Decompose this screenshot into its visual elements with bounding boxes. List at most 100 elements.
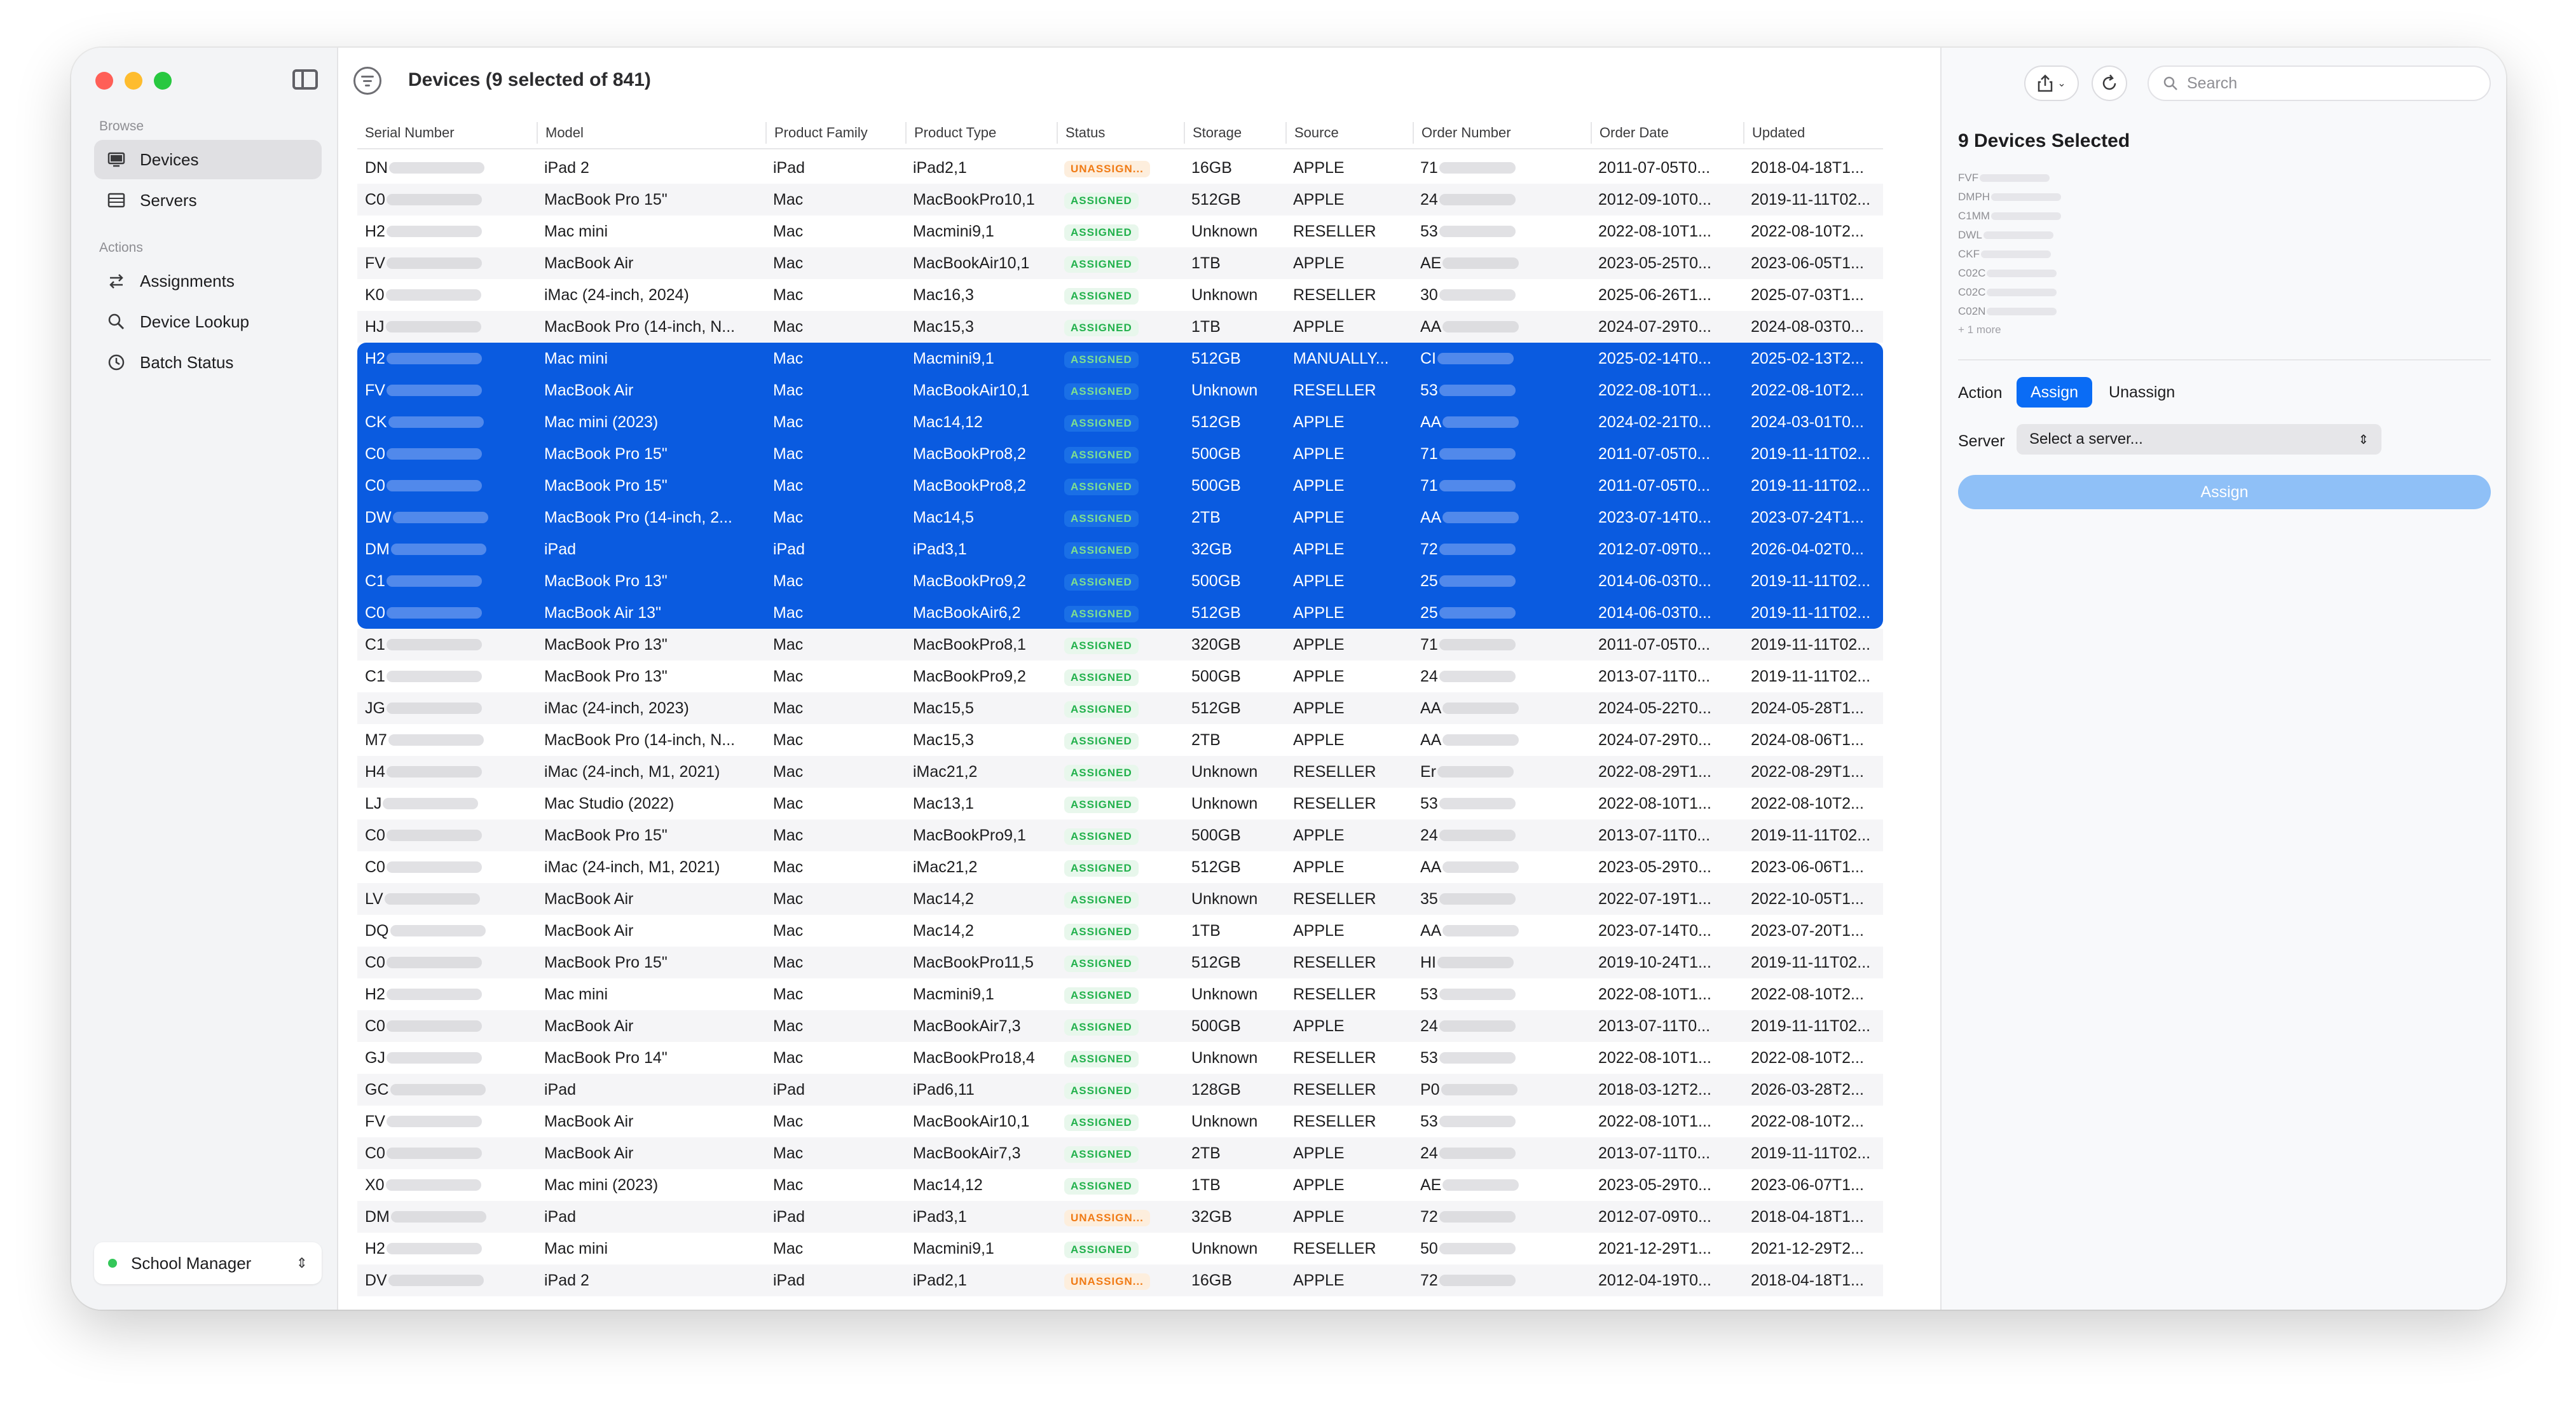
order-number-cell: 24 [1413, 191, 1591, 209]
table-row[interactable]: HJ MacBook Pro (14-inch, N... Mac Mac15,3 AS… [357, 311, 1883, 343]
updated-cell: 2019-11-11T02... [1751, 635, 1871, 654]
type-cell: Mac14,12 [913, 413, 983, 431]
order-number-cell: 72 [1413, 1271, 1591, 1290]
table-row[interactable]: C1 MacBook Pro 13" Mac MacBookPro9,2 ASSIGNE… [357, 565, 1883, 597]
action-option-unassign[interactable]: Unassign [2095, 377, 2189, 408]
cell-text: AA [1420, 921, 1442, 940]
table-row[interactable]: FV MacBook Air Mac MacBookAir10,1 ASSIGNED Un… [357, 1106, 1883, 1137]
source-cell: RESELLER [1293, 1080, 1376, 1099]
assign-button[interactable]: Assign [1958, 475, 2491, 509]
column-header[interactable]: Order Number [1413, 122, 1591, 144]
table-row[interactable]: H2 Mac mini Mac Macmini9,1 ASSIGNED Unknown RE… [357, 1233, 1883, 1264]
column-header[interactable]: Status [1057, 122, 1184, 144]
manager-selector[interactable]: School Manager ⇕ [94, 1242, 322, 1284]
table-row[interactable]: C1 MacBook Pro 13" Mac MacBookPro8,1 ASSIGNE… [357, 629, 1883, 661]
table-row[interactable]: DN iPad 2 iPad iPad2,1 UNASSIGN... 16GB APPLE 7… [357, 152, 1883, 184]
table-row[interactable]: C0 MacBook Air Mac MacBookAir7,3 ASSIGNED 500… [357, 1010, 1883, 1042]
column-header[interactable]: Updated [1743, 122, 1883, 144]
table-row[interactable]: C0 MacBook Pro 15" Mac MacBookPro8,2 ASSIGNE… [357, 470, 1883, 502]
table-row[interactable]: FV MacBook Air Mac MacBookAir10,1 ASSIGNED Un… [357, 374, 1883, 406]
order-number-cell: 35 [1413, 890, 1591, 908]
chevron-updown-icon: ⇕ [2358, 432, 2369, 447]
redacted-text [1437, 766, 1514, 778]
sidebar-item-devices[interactable]: Devices [94, 140, 322, 179]
table-row[interactable]: LJ Mac Studio (2022) Mac Mac13,1 ASSIGNED Unk… [357, 788, 1883, 819]
redacted-text [1439, 194, 1516, 205]
table-row[interactable]: C0 MacBook Pro 15" Mac MacBookPro11,5 ASSIGN… [357, 947, 1883, 978]
redacted-text [386, 639, 482, 650]
table-row[interactable]: GC iPad iPad iPad6,11 ASSIGNED 128GB RESELLER P… [357, 1074, 1883, 1106]
redacted-text [386, 448, 482, 460]
table-row[interactable]: M7 MacBook Pro (14-inch, N... Mac Mac15,3 AS… [357, 724, 1883, 756]
table-row[interactable]: C0 MacBook Air 13" Mac MacBookAir6,2 ASSIGNE… [357, 597, 1883, 629]
status-cell: ASSIGNED [1057, 826, 1184, 845]
minimize-window-button[interactable] [125, 72, 142, 90]
redacted-text [1439, 575, 1516, 587]
table-row[interactable]: H4 iMac (24-inch, M1, 2021) Mac iMac21,2 ASS… [357, 756, 1883, 788]
table-row[interactable]: CK Mac mini (2023) Mac Mac14,12 ASSIGNED 512G… [357, 406, 1883, 438]
table-row[interactable]: C0 MacBook Air Mac MacBookAir7,3 ASSIGNED 2TB… [357, 1137, 1883, 1169]
sidebar-item-device-lookup[interactable]: Device Lookup [94, 302, 322, 341]
table-row[interactable]: H2 Mac mini Mac Macmini9,1 ASSIGNED 512GB MANU… [357, 343, 1883, 374]
redacted-text [383, 798, 479, 809]
table-row[interactable]: C0 MacBook Pro 15" Mac MacBookPro8,2 ASSIGNE… [357, 438, 1883, 470]
table-row[interactable]: JG iMac (24-inch, 2023) Mac Mac15,5 ASSIGNED… [357, 692, 1883, 724]
table-row[interactable]: DM iPad iPad iPad3,1 ASSIGNED 32GB APPLE 72 2012… [357, 533, 1883, 565]
table-row[interactable]: GJ MacBook Pro 14" Mac MacBookPro18,4 ASSIGN… [357, 1042, 1883, 1074]
cell-text: 53 [1420, 794, 1438, 812]
table-row[interactable]: C1 MacBook Pro 13" Mac MacBookPro9,2 ASSIGNE… [357, 661, 1883, 692]
sidebar-toggle-icon[interactable] [292, 69, 318, 90]
table-row[interactable]: LV MacBook Air Mac Mac14,2 ASSIGNED Unknown RE… [357, 883, 1883, 915]
table-row[interactable]: C0 MacBook Pro 15" Mac MacBookPro10,1 ASSIGN… [357, 184, 1883, 216]
table-row[interactable]: H2 Mac mini Mac Macmini9,1 ASSIGNED Unknown RE… [357, 978, 1883, 1010]
type-cell: iPad2,1 [913, 158, 967, 177]
sidebar-item-batch-status[interactable]: Batch Status [94, 343, 322, 382]
column-header[interactable]: Storage [1184, 122, 1285, 144]
table-row[interactable]: FV MacBook Air Mac MacBookAir10,1 ASSIGNED 1T… [357, 247, 1883, 279]
redacted-text [386, 575, 482, 587]
column-header[interactable]: Product Family [765, 122, 905, 144]
column-header[interactable]: Serial Number [357, 122, 537, 144]
table-row[interactable]: X0 Mac mini (2023) Mac Mac14,12 ASSIGNED 1TB A… [357, 1169, 1883, 1201]
search-field[interactable] [2148, 65, 2491, 101]
filter-button[interactable] [353, 67, 381, 95]
sidebar-item-assignments[interactable]: Assignments [94, 261, 322, 301]
table-row[interactable]: C0 iMac (24-inch, M1, 2021) Mac iMac21,2 ASS… [357, 851, 1883, 883]
model-cell: MacBook Air [544, 1112, 634, 1130]
refresh-button[interactable] [2092, 65, 2127, 101]
share-button[interactable]: ⌄ [2024, 65, 2079, 101]
sidebar-item-servers[interactable]: Servers [94, 181, 322, 220]
search-input[interactable] [2187, 74, 2467, 93]
redacted-text [1439, 226, 1516, 237]
updated-cell: 2019-11-11T02... [1751, 953, 1871, 971]
order-date-cell: 2022-08-10T1... [1598, 222, 1711, 240]
type-cell: MacBookPro9,1 [913, 826, 1026, 844]
table-row[interactable]: DW MacBook Pro (14-inch, 2... Mac Mac14,5 AS… [357, 502, 1883, 533]
storage-cell: Unknown [1191, 285, 1258, 304]
status-cell: ASSIGNED [1057, 413, 1184, 432]
column-header[interactable]: Model [537, 122, 765, 144]
family-cell: Mac [773, 699, 804, 717]
table-row[interactable]: DM iPad iPad iPad3,1 UNASSIGN... 32GB APPLE 72 2… [357, 1201, 1883, 1233]
action-label: Action [1958, 384, 2003, 402]
table-row[interactable]: H2 Mac mini Mac Macmini9,1 ASSIGNED Unknown RE… [357, 216, 1883, 247]
table-row[interactable]: K0 iMac (24-inch, 2024) Mac Mac16,3 ASSIGNED… [357, 279, 1883, 311]
cell-text: C0 [365, 190, 385, 209]
sidebar-item-label: Devices [140, 149, 199, 169]
status-cell: ASSIGNED [1057, 222, 1184, 241]
table-row[interactable]: DV iPad 2 iPad iPad2,1 UNASSIGN... 16GB APPLE 7… [357, 1264, 1883, 1296]
redacted-text [1981, 250, 2051, 258]
close-window-button[interactable] [95, 72, 113, 90]
column-header[interactable]: Source [1285, 122, 1413, 144]
table-row[interactable]: DQ MacBook Air Mac Mac14,2 ASSIGNED 1TB APPLE A… [357, 915, 1883, 947]
column-header[interactable]: Order Date [1591, 122, 1743, 144]
zoom-window-button[interactable] [154, 72, 172, 90]
action-option-assign[interactable]: Assign [2017, 377, 2093, 408]
status-cell: ASSIGNED [1057, 1048, 1184, 1067]
table-row[interactable]: C0 MacBook Pro 15" Mac MacBookPro9,1 ASSIGNE… [357, 819, 1883, 851]
cell-text: H2 [365, 985, 385, 1003]
order-date-cell: 2023-07-14T0... [1598, 921, 1711, 940]
column-header[interactable]: Product Type [905, 122, 1057, 144]
server-select[interactable]: Select a server... ⇕ [2017, 424, 2381, 455]
storage-cell: 500GB [1191, 444, 1241, 463]
